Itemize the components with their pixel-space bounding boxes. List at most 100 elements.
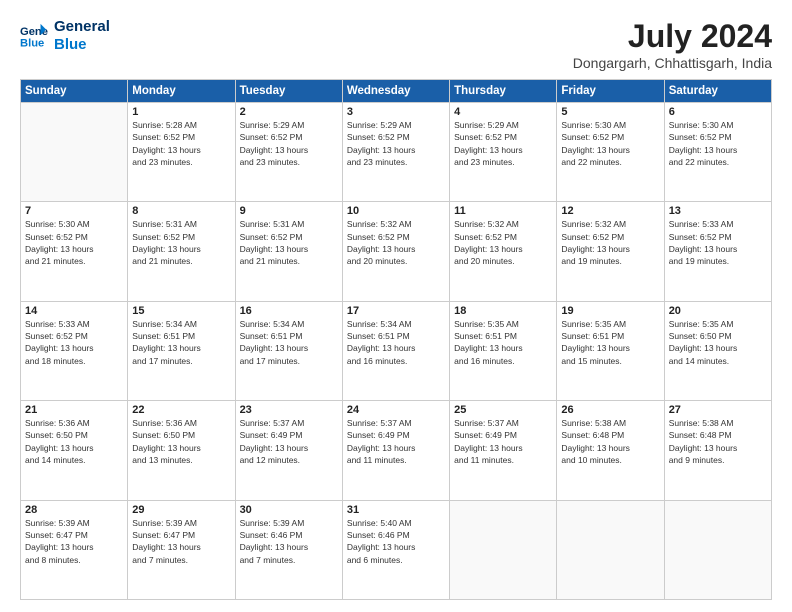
day-cell: 2Sunrise: 5:29 AMSunset: 6:52 PMDaylight… [235, 103, 342, 202]
calendar-page: General Blue General Blue July 2024 Dong… [0, 0, 792, 612]
day-cell: 13Sunrise: 5:33 AMSunset: 6:52 PMDayligh… [664, 202, 771, 301]
day-cell: 29Sunrise: 5:39 AMSunset: 6:47 PMDayligh… [128, 500, 235, 599]
day-cell: 19Sunrise: 5:35 AMSunset: 6:51 PMDayligh… [557, 301, 664, 400]
day-info: Sunrise: 5:30 AMSunset: 6:52 PMDaylight:… [25, 218, 123, 267]
day-info: Sunrise: 5:29 AMSunset: 6:52 PMDaylight:… [347, 119, 445, 168]
day-cell [21, 103, 128, 202]
day-info: Sunrise: 5:37 AMSunset: 6:49 PMDaylight:… [240, 417, 338, 466]
day-number: 22 [132, 404, 230, 416]
week-row-1: 1Sunrise: 5:28 AMSunset: 6:52 PMDaylight… [21, 103, 772, 202]
logo: General Blue General Blue [20, 18, 110, 54]
day-cell: 25Sunrise: 5:37 AMSunset: 6:49 PMDayligh… [450, 401, 557, 500]
day-number: 3 [347, 106, 445, 118]
day-info: Sunrise: 5:33 AMSunset: 6:52 PMDaylight:… [669, 218, 767, 267]
day-info: Sunrise: 5:36 AMSunset: 6:50 PMDaylight:… [25, 417, 123, 466]
day-info: Sunrise: 5:31 AMSunset: 6:52 PMDaylight:… [240, 218, 338, 267]
day-info: Sunrise: 5:39 AMSunset: 6:46 PMDaylight:… [240, 517, 338, 566]
day-info: Sunrise: 5:34 AMSunset: 6:51 PMDaylight:… [240, 318, 338, 367]
day-number: 8 [132, 205, 230, 217]
weekday-header-tuesday: Tuesday [235, 80, 342, 103]
day-number: 2 [240, 106, 338, 118]
day-number: 10 [347, 205, 445, 217]
day-info: Sunrise: 5:36 AMSunset: 6:50 PMDaylight:… [132, 417, 230, 466]
day-number: 6 [669, 106, 767, 118]
day-cell: 30Sunrise: 5:39 AMSunset: 6:46 PMDayligh… [235, 500, 342, 599]
weekday-header-wednesday: Wednesday [342, 80, 449, 103]
sub-title: Dongargarh, Chhattisgarh, India [573, 55, 772, 71]
week-row-3: 14Sunrise: 5:33 AMSunset: 6:52 PMDayligh… [21, 301, 772, 400]
day-number: 9 [240, 205, 338, 217]
day-info: Sunrise: 5:28 AMSunset: 6:52 PMDaylight:… [132, 119, 230, 168]
weekday-header-row: SundayMondayTuesdayWednesdayThursdayFrid… [21, 80, 772, 103]
day-info: Sunrise: 5:37 AMSunset: 6:49 PMDaylight:… [454, 417, 552, 466]
week-row-5: 28Sunrise: 5:39 AMSunset: 6:47 PMDayligh… [21, 500, 772, 599]
day-number: 7 [25, 205, 123, 217]
day-info: Sunrise: 5:35 AMSunset: 6:51 PMDaylight:… [561, 318, 659, 367]
day-cell: 28Sunrise: 5:39 AMSunset: 6:47 PMDayligh… [21, 500, 128, 599]
day-info: Sunrise: 5:38 AMSunset: 6:48 PMDaylight:… [669, 417, 767, 466]
day-number: 25 [454, 404, 552, 416]
day-info: Sunrise: 5:29 AMSunset: 6:52 PMDaylight:… [454, 119, 552, 168]
day-cell: 1Sunrise: 5:28 AMSunset: 6:52 PMDaylight… [128, 103, 235, 202]
day-info: Sunrise: 5:39 AMSunset: 6:47 PMDaylight:… [25, 517, 123, 566]
day-number: 16 [240, 305, 338, 317]
day-cell: 27Sunrise: 5:38 AMSunset: 6:48 PMDayligh… [664, 401, 771, 500]
day-cell: 10Sunrise: 5:32 AMSunset: 6:52 PMDayligh… [342, 202, 449, 301]
day-number: 14 [25, 305, 123, 317]
day-info: Sunrise: 5:34 AMSunset: 6:51 PMDaylight:… [347, 318, 445, 367]
day-number: 23 [240, 404, 338, 416]
title-block: July 2024 Dongargarh, Chhattisgarh, Indi… [573, 18, 772, 71]
day-info: Sunrise: 5:31 AMSunset: 6:52 PMDaylight:… [132, 218, 230, 267]
day-number: 31 [347, 504, 445, 516]
day-cell: 31Sunrise: 5:40 AMSunset: 6:46 PMDayligh… [342, 500, 449, 599]
weekday-header-sunday: Sunday [21, 80, 128, 103]
day-number: 20 [669, 305, 767, 317]
day-info: Sunrise: 5:32 AMSunset: 6:52 PMDaylight:… [454, 218, 552, 267]
day-cell [557, 500, 664, 599]
day-info: Sunrise: 5:38 AMSunset: 6:48 PMDaylight:… [561, 417, 659, 466]
weekday-header-thursday: Thursday [450, 80, 557, 103]
day-info: Sunrise: 5:37 AMSunset: 6:49 PMDaylight:… [347, 417, 445, 466]
weekday-header-friday: Friday [557, 80, 664, 103]
day-cell: 3Sunrise: 5:29 AMSunset: 6:52 PMDaylight… [342, 103, 449, 202]
day-number: 24 [347, 404, 445, 416]
day-number: 29 [132, 504, 230, 516]
day-cell: 12Sunrise: 5:32 AMSunset: 6:52 PMDayligh… [557, 202, 664, 301]
day-cell: 23Sunrise: 5:37 AMSunset: 6:49 PMDayligh… [235, 401, 342, 500]
day-cell: 14Sunrise: 5:33 AMSunset: 6:52 PMDayligh… [21, 301, 128, 400]
day-cell: 22Sunrise: 5:36 AMSunset: 6:50 PMDayligh… [128, 401, 235, 500]
main-title: July 2024 [573, 18, 772, 55]
day-number: 27 [669, 404, 767, 416]
weekday-header-saturday: Saturday [664, 80, 771, 103]
day-number: 15 [132, 305, 230, 317]
day-info: Sunrise: 5:30 AMSunset: 6:52 PMDaylight:… [561, 119, 659, 168]
day-info: Sunrise: 5:29 AMSunset: 6:52 PMDaylight:… [240, 119, 338, 168]
day-cell: 20Sunrise: 5:35 AMSunset: 6:50 PMDayligh… [664, 301, 771, 400]
day-cell: 11Sunrise: 5:32 AMSunset: 6:52 PMDayligh… [450, 202, 557, 301]
day-number: 4 [454, 106, 552, 118]
day-cell: 21Sunrise: 5:36 AMSunset: 6:50 PMDayligh… [21, 401, 128, 500]
logo-icon: General Blue [20, 22, 48, 50]
calendar-table: SundayMondayTuesdayWednesdayThursdayFrid… [20, 79, 772, 600]
day-number: 19 [561, 305, 659, 317]
day-number: 28 [25, 504, 123, 516]
day-number: 1 [132, 106, 230, 118]
day-cell: 18Sunrise: 5:35 AMSunset: 6:51 PMDayligh… [450, 301, 557, 400]
day-info: Sunrise: 5:33 AMSunset: 6:52 PMDaylight:… [25, 318, 123, 367]
day-info: Sunrise: 5:30 AMSunset: 6:52 PMDaylight:… [669, 119, 767, 168]
week-row-2: 7Sunrise: 5:30 AMSunset: 6:52 PMDaylight… [21, 202, 772, 301]
day-info: Sunrise: 5:35 AMSunset: 6:51 PMDaylight:… [454, 318, 552, 367]
day-number: 21 [25, 404, 123, 416]
day-info: Sunrise: 5:34 AMSunset: 6:51 PMDaylight:… [132, 318, 230, 367]
week-row-4: 21Sunrise: 5:36 AMSunset: 6:50 PMDayligh… [21, 401, 772, 500]
day-number: 17 [347, 305, 445, 317]
day-cell: 24Sunrise: 5:37 AMSunset: 6:49 PMDayligh… [342, 401, 449, 500]
day-number: 5 [561, 106, 659, 118]
day-cell [664, 500, 771, 599]
svg-text:Blue: Blue [20, 37, 44, 49]
day-cell: 9Sunrise: 5:31 AMSunset: 6:52 PMDaylight… [235, 202, 342, 301]
day-cell: 4Sunrise: 5:29 AMSunset: 6:52 PMDaylight… [450, 103, 557, 202]
day-info: Sunrise: 5:35 AMSunset: 6:50 PMDaylight:… [669, 318, 767, 367]
logo-text: General Blue [54, 18, 110, 54]
day-info: Sunrise: 5:39 AMSunset: 6:47 PMDaylight:… [132, 517, 230, 566]
